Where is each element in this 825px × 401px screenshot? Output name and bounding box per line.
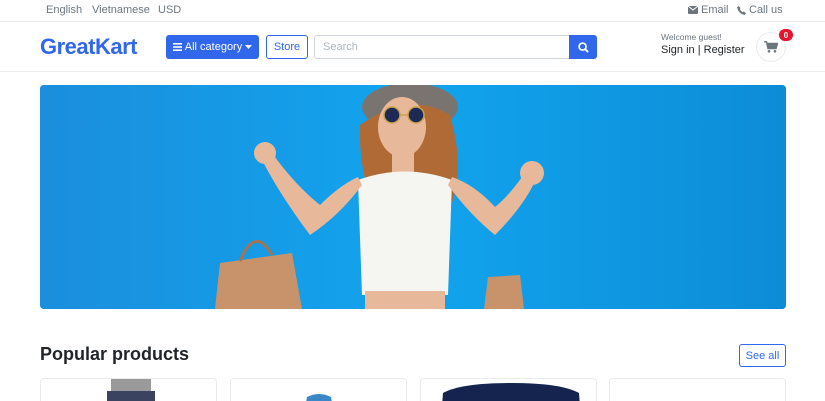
- section-title: Popular products: [40, 344, 190, 364]
- search-input[interactable]: [314, 35, 570, 59]
- logo-part-2: Kart: [94, 34, 138, 59]
- product-image: [107, 379, 155, 401]
- search-icon: [577, 41, 589, 53]
- cart-count-badge: 0: [779, 29, 793, 41]
- bars-icon: [172, 43, 182, 51]
- product-image: [442, 383, 580, 401]
- call-label: Call us: [749, 4, 783, 16]
- call-link[interactable]: Call us: [737, 4, 783, 16]
- product-image: [306, 394, 332, 401]
- product-card[interactable]: [230, 378, 407, 401]
- product-card[interactable]: [609, 378, 786, 401]
- search-button[interactable]: [569, 35, 597, 59]
- shopping-cart-icon: [764, 41, 778, 53]
- email-link[interactable]: Email: [688, 4, 729, 16]
- product-card[interactable]: [40, 378, 217, 401]
- caret-down-icon: [245, 44, 253, 49]
- all-category-button[interactable]: All category: [166, 35, 259, 59]
- register-link[interactable]: Register: [704, 44, 745, 56]
- account-links: Sign in | Register: [661, 44, 745, 56]
- all-category-label: All category: [184, 41, 243, 53]
- sign-in-link[interactable]: Sign in: [661, 44, 695, 56]
- logo[interactable]: GreatKart: [40, 34, 138, 60]
- language-vietnamese[interactable]: Vietnamese: [92, 4, 150, 16]
- store-button[interactable]: Store: [266, 35, 308, 59]
- product-card[interactable]: [420, 378, 597, 401]
- envelope-icon: [688, 6, 698, 14]
- logo-part-1: Great: [40, 34, 95, 59]
- topbar: English Vietnamese USD Email Call us: [0, 0, 825, 22]
- phone-icon: [737, 5, 746, 15]
- email-label: Email: [701, 4, 729, 16]
- banner-image: [40, 85, 786, 309]
- hero-banner[interactable]: [40, 85, 786, 309]
- welcome-text: Welcome guest!: [661, 32, 722, 42]
- header: GreatKart All category Store Welcome gue…: [0, 22, 825, 72]
- language-english[interactable]: English: [46, 4, 82, 16]
- currency-usd[interactable]: USD: [158, 4, 181, 16]
- see-all-button[interactable]: See all: [739, 344, 786, 367]
